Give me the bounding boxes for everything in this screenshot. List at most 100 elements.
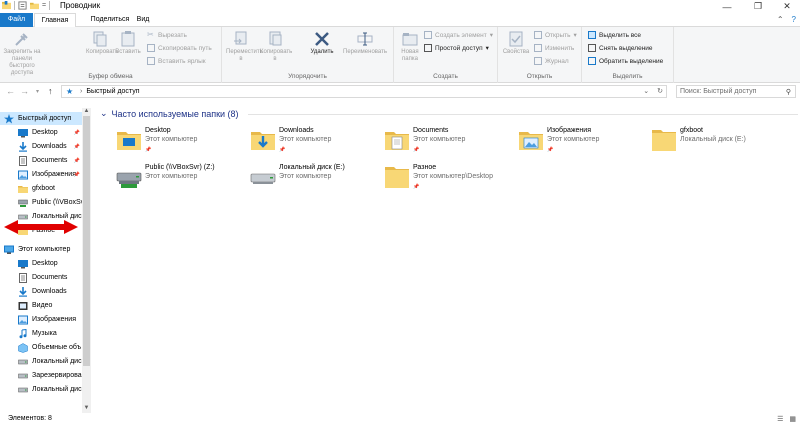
copy-to-button[interactable]: Копировать в bbox=[260, 31, 292, 63]
scroll-up-arrow-icon[interactable]: ▲ bbox=[82, 108, 91, 116]
pin-button[interactable]: Закрепить на панели быстрого доступа bbox=[2, 31, 42, 77]
pinned-icon: 📌 bbox=[73, 129, 80, 136]
history-button[interactable]: Журнал bbox=[534, 57, 569, 65]
tile-name: Public (\\VBoxSvr) (Z:) bbox=[145, 164, 215, 171]
dropdown-arrow-icon: ▾ bbox=[573, 32, 577, 39]
breadcrumb[interactable]: Быстрый доступ bbox=[86, 88, 139, 95]
frequent-folders-header[interactable]: ⌄ Часто используемые папки (8) bbox=[100, 108, 239, 119]
organize-group-label: Упорядочить bbox=[288, 73, 327, 80]
sidebar-item[interactable]: Зарезервирова bbox=[0, 369, 82, 382]
paste-button[interactable]: Вставить bbox=[114, 31, 142, 56]
refresh-icon[interactable]: ↻ bbox=[657, 87, 663, 95]
easy-access-button[interactable]: Простой доступ ▾ bbox=[424, 44, 489, 52]
clipboard-group-label: Буфер обмена bbox=[88, 73, 133, 80]
select-none-label: Снять выделение bbox=[599, 44, 653, 52]
scrollbar-thumb[interactable] bbox=[83, 116, 90, 366]
sidebar-item-label: Public (\\VBoxSvr bbox=[32, 199, 82, 206]
sidebar-item[interactable]: Public (\\VBoxSvr bbox=[0, 196, 82, 209]
properties-icon[interactable] bbox=[18, 1, 27, 10]
sidebar-item[interactable]: Изображения 📌 bbox=[0, 168, 82, 181]
chevron-down-icon[interactable]: ⌄ bbox=[100, 108, 108, 119]
chevron-right-icon[interactable]: › bbox=[80, 88, 82, 95]
collapse-ribbon-icon[interactable]: ⌃ bbox=[777, 15, 784, 24]
sidebar-item[interactable]: Быстрый доступ bbox=[0, 112, 82, 125]
sidebar-item[interactable]: Documents bbox=[0, 271, 82, 284]
paste-shortcut-button[interactable]: Вставить ярлык bbox=[147, 57, 206, 65]
pinned-icon: 📌 bbox=[413, 184, 420, 190]
copy-path-button[interactable]: Скопировать путь bbox=[147, 44, 212, 52]
sidebar-item[interactable]: gfxboot bbox=[0, 182, 82, 195]
details-view-icon[interactable]: ☰ bbox=[777, 415, 783, 423]
select-none-button[interactable]: Снять выделение bbox=[588, 44, 653, 52]
properties-button[interactable]: Свойства bbox=[500, 31, 532, 56]
close-button[interactable]: ✕ bbox=[772, 0, 800, 13]
new-folder-icon[interactable] bbox=[30, 1, 39, 10]
new-item-button[interactable]: Создать элемент ▾ bbox=[424, 31, 493, 39]
desktop-folder-icon bbox=[115, 126, 143, 154]
maximize-button[interactable]: ❐ bbox=[743, 0, 773, 13]
customize-qat-icon[interactable]: = bbox=[42, 2, 46, 9]
chevron-down-icon[interactable]: ⌄ bbox=[643, 87, 649, 95]
open-icon bbox=[534, 31, 542, 39]
sidebar-item[interactable]: Desktop 📌 bbox=[0, 126, 82, 139]
copy-path-icon bbox=[147, 44, 155, 52]
tab-file[interactable]: Файл bbox=[0, 13, 33, 27]
sidebar-item[interactable]: Этот компьютер bbox=[0, 243, 82, 256]
folder-tile[interactable]: Public (\\VBoxSvr) (Z:) Этот компьютер bbox=[115, 163, 245, 197]
new-folder-button[interactable]: Новая папка bbox=[396, 31, 424, 63]
folder-tile[interactable]: Локальный диск (E:) Этот компьютер bbox=[249, 163, 379, 197]
select-all-button[interactable]: Выделить все bbox=[588, 31, 641, 39]
search-input[interactable]: Поиск: Быстрый доступ ⚲ bbox=[676, 85, 796, 98]
sidebar-item[interactable]: Локальный дис bbox=[0, 355, 82, 368]
rename-button[interactable]: Переименовать bbox=[338, 31, 392, 56]
cut-button[interactable]: ✂ Вырезать bbox=[147, 31, 187, 39]
rename-label: Переименовать bbox=[343, 49, 387, 55]
tab-home[interactable]: Главная bbox=[34, 13, 76, 28]
sidebar-item[interactable]: Downloads bbox=[0, 285, 82, 298]
section-title: Часто используемые папки (8) bbox=[111, 108, 239, 119]
folder-tile[interactable]: gfxboot Локальный диск (E:) bbox=[650, 126, 780, 160]
up-arrow-icon[interactable]: ↑ bbox=[48, 86, 53, 96]
folder-icon bbox=[650, 126, 678, 154]
sidebar-item[interactable]: Downloads 📌 bbox=[0, 140, 82, 153]
copy-button[interactable]: Копировать bbox=[86, 31, 118, 56]
content-pane: ⌄ Часто используемые папки (8) Desktop Эт… bbox=[100, 108, 800, 408]
open-label: Открыть bbox=[545, 31, 571, 39]
tab-share[interactable]: Поделиться bbox=[80, 13, 140, 27]
sidebar-item[interactable]: Изображения bbox=[0, 313, 82, 326]
explorer-icon bbox=[2, 1, 11, 10]
sidebar-item-label: Объемные объ bbox=[32, 344, 82, 351]
folder-tile[interactable]: Desktop Этот компьютер 📌 bbox=[115, 126, 245, 160]
sidebar-item[interactable]: Видео bbox=[0, 299, 82, 312]
large-icons-view-icon[interactable]: ▦ bbox=[789, 415, 796, 423]
sidebar-scrollbar[interactable]: ▲ ▼ bbox=[82, 108, 91, 413]
help-icon[interactable]: ? bbox=[792, 15, 796, 24]
folder-tile[interactable]: Documents Этот компьютер 📌 bbox=[383, 126, 513, 160]
tab-view[interactable]: Вид bbox=[132, 13, 154, 27]
folder-tile[interactable]: Изображения Этот компьютер 📌 bbox=[517, 126, 647, 160]
tile-name: gfxboot bbox=[680, 127, 703, 134]
minimize-button[interactable]: — bbox=[712, 0, 742, 13]
sidebar-item[interactable]: Локальный дис bbox=[0, 383, 82, 396]
sidebar-item[interactable]: Documents 📌 bbox=[0, 154, 82, 167]
folder-tile[interactable]: Разное Этот компьютер\Desktop 📌 bbox=[383, 163, 513, 197]
edit-button[interactable]: Изменить bbox=[534, 44, 574, 52]
folder-tile[interactable]: Downloads Этот компьютер 📌 bbox=[249, 126, 379, 160]
sidebar-item[interactable]: Объемные объ bbox=[0, 341, 82, 354]
sidebar-item[interactable]: Музыка bbox=[0, 327, 82, 340]
forward-arrow-icon[interactable]: → bbox=[20, 86, 29, 96]
invert-selection-button[interactable]: Обратить выделение bbox=[588, 57, 663, 65]
open-button[interactable]: Открыть ▾ bbox=[534, 31, 577, 39]
network-drive-icon bbox=[115, 163, 143, 191]
scroll-down-arrow-icon[interactable]: ▼ bbox=[82, 405, 91, 413]
address-bar[interactable]: ★ › Быстрый доступ ⌄ ↻ bbox=[61, 85, 667, 98]
delete-label: Удалить bbox=[310, 49, 334, 55]
back-arrow-icon[interactable]: ← bbox=[6, 86, 15, 96]
sidebar-item[interactable]: Desktop bbox=[0, 257, 82, 270]
delete-button[interactable]: Удалить bbox=[308, 31, 336, 56]
tile-name: Локальный диск (E:) bbox=[279, 164, 345, 171]
move-to-button[interactable]: Переместить в bbox=[226, 31, 263, 63]
select-group: Выделить все Снять выделение Обратить вы… bbox=[582, 27, 674, 83]
recent-locations-icon[interactable]: ▾ bbox=[36, 88, 39, 95]
invert-selection-label: Обратить выделение bbox=[599, 57, 664, 65]
